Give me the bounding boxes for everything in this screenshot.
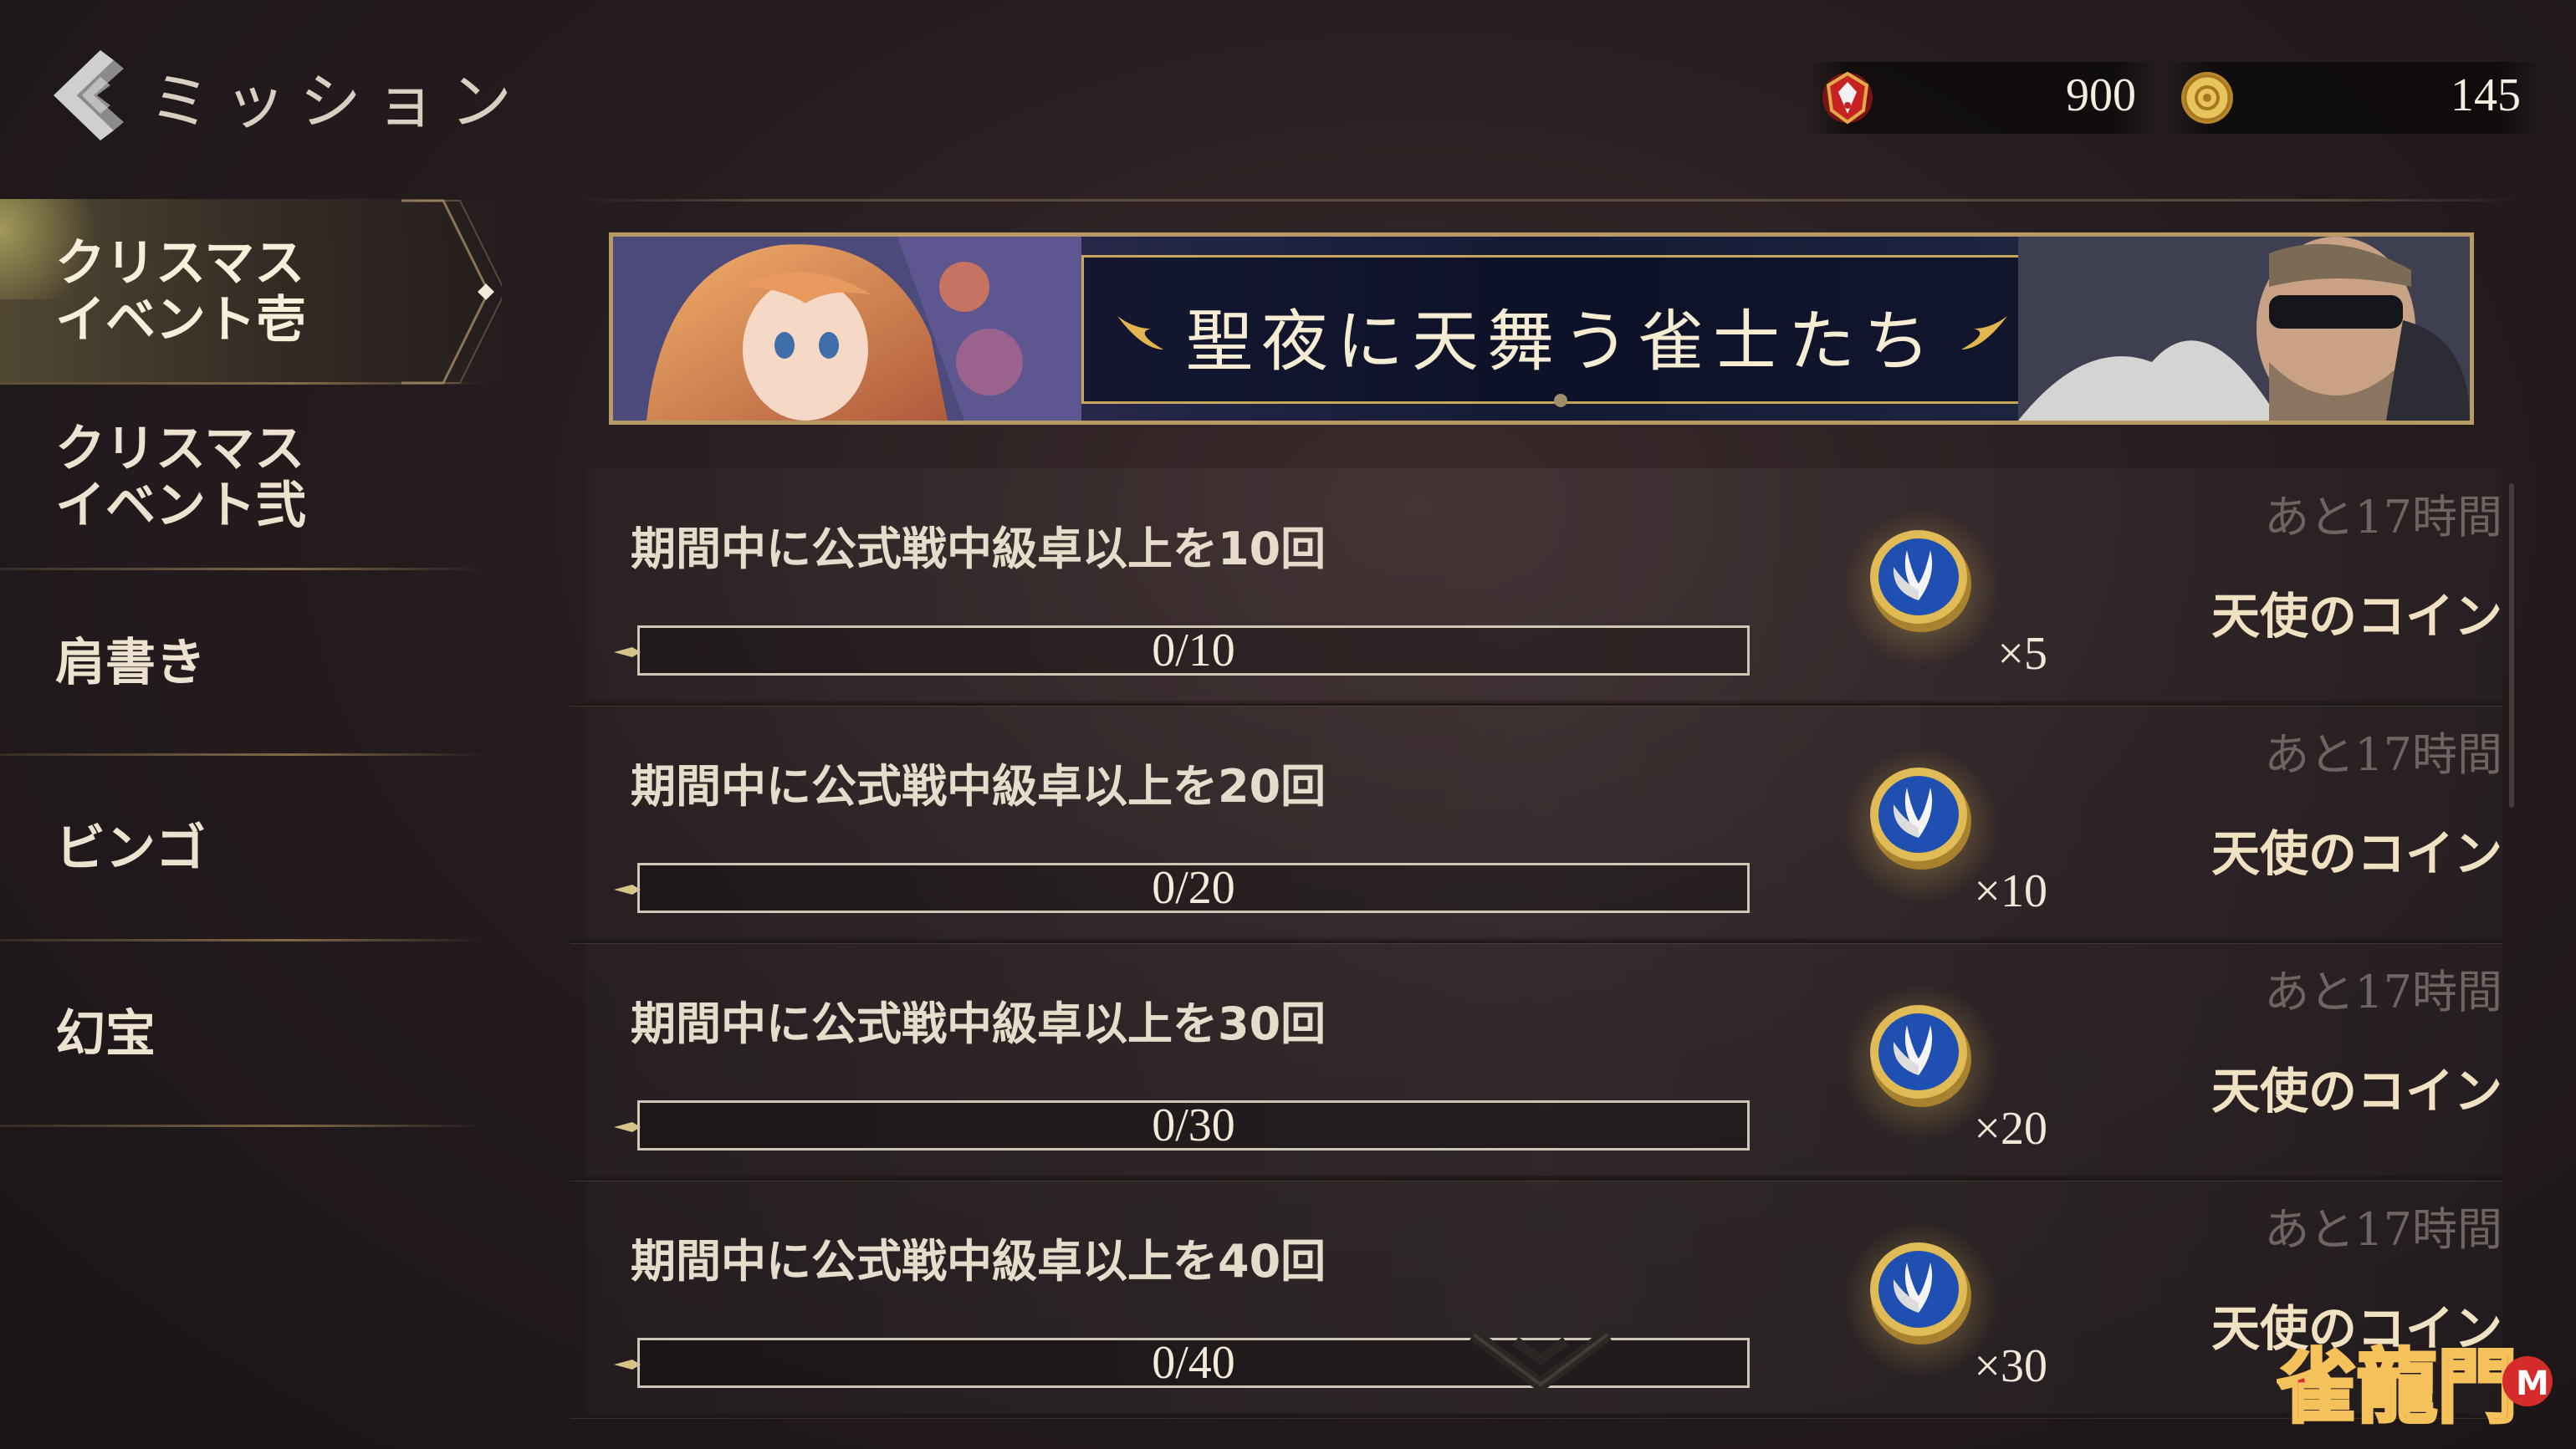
sidebar-item-christmas-event-2[interactable]: クリスマス イベント弐 — [0, 385, 502, 570]
mission-progress-bar: 0/20 — [637, 863, 1750, 913]
banner-title: 聖夜に天舞う雀士たち — [1186, 303, 1939, 380]
banner-title-frame: 聖夜に天舞う雀士たち — [1081, 255, 2043, 404]
mission-description: 期間中に公式戦中級卓以上を40回 — [631, 1235, 1326, 1288]
gem-currency[interactable]: 900 — [1807, 62, 2158, 134]
back-chevron-icon — [54, 50, 124, 140]
progress-text: 0/30 — [1152, 1100, 1235, 1151]
sidebar-item-label: クリスマス イベント弐 — [55, 420, 306, 535]
category-sidebar: クリスマス イベント壱 クリスマス イベント弐 肩書き ビンゴ 幻宝 — [0, 199, 502, 1127]
progress-text: 0/20 — [1152, 862, 1235, 914]
reward-quantity: ×20 — [1974, 1103, 2047, 1155]
coin-count: 145 — [2451, 69, 2521, 121]
time-remaining: あと17時間 — [2264, 966, 2502, 1018]
angel-coin-icon — [1870, 1242, 1971, 1344]
svg-text:雀龍門: 雀龍門 — [2277, 1339, 2517, 1434]
reward-quantity: ×30 — [1974, 1340, 2047, 1392]
mission-progress-bar: 0/30 — [637, 1100, 1750, 1151]
event-banner[interactable]: 聖夜に天舞う雀士たち — [609, 232, 2474, 425]
gem-count: 900 — [2066, 69, 2136, 121]
mission-description: 期間中に公式戦中級卓以上を20回 — [631, 760, 1326, 813]
time-remaining: あと17時間 — [2264, 491, 2502, 543]
mission-row[interactable]: 期間中に公式戦中級卓以上を20回 0/20 あと17時間 ×10 天使のコイン — [570, 706, 2502, 943]
mahjong-logo: 雀龍門 M — [2275, 1338, 2553, 1436]
mission-description: 期間中に公式戦中級卓以上を30回 — [631, 997, 1326, 1050]
page-title: ミッション — [149, 66, 525, 138]
back-button[interactable] — [49, 43, 132, 152]
mission-row[interactable]: 期間中に公式戦中級卓以上を30回 0/30 あと17時間 ×20 天使のコイン — [570, 943, 2502, 1181]
coin-currency[interactable]: 145 — [2166, 62, 2543, 134]
angel-coin-icon — [1870, 1005, 1971, 1107]
sidebar-item-label: クリスマス イベント壱 — [55, 234, 306, 349]
progress-text: 0/10 — [1152, 625, 1235, 676]
banner-page-indicator — [1554, 394, 1567, 407]
angel-coin-icon — [1870, 530, 1971, 632]
sidebar-item-label: 幻宝 — [55, 1005, 156, 1064]
gold-wing-right-icon — [1961, 316, 2007, 349]
angel-coin-reward — [1842, 508, 2001, 667]
header-bar: ミッション 900 145 — [0, 0, 2576, 192]
angel-coin-reward — [1842, 1221, 2001, 1380]
angel-coin-icon — [1870, 768, 1971, 870]
reward-name: 天使のコイン — [2211, 1063, 2502, 1120]
banner-left-character-art — [613, 237, 1081, 421]
time-remaining: あと17時間 — [2264, 728, 2502, 781]
angel-coin-reward — [1842, 746, 2001, 905]
sidebar-item-christmas-event-1[interactable]: クリスマス イベント壱 — [0, 199, 502, 385]
mission-scrollbar[interactable] — [2509, 483, 2514, 808]
banner-right-character-art — [2018, 237, 2470, 421]
banner-divider — [574, 199, 2522, 202]
gold-coin-icon — [2181, 72, 2233, 124]
red-gem-icon — [1822, 71, 1873, 125]
sidebar-item-bingo[interactable]: ビンゴ — [0, 756, 502, 941]
reward-quantity: ×5 — [1997, 628, 2047, 680]
sidebar-item-treasure[interactable]: 幻宝 — [0, 941, 502, 1127]
sidebar-item-label: ビンゴ — [55, 819, 206, 878]
sidebar-item-titles[interactable]: 肩書き — [0, 570, 502, 756]
chevron-down-icon — [1469, 1329, 1612, 1393]
reward-name: 天使のコイン — [2211, 825, 2502, 882]
reward-quantity: ×10 — [1974, 865, 2047, 917]
svg-text:M: M — [2516, 1365, 2549, 1403]
reward-name: 天使のコイン — [2211, 588, 2502, 645]
angel-coin-reward — [1842, 983, 2001, 1142]
game-logo-watermark: 雀龍門 M — [2275, 1323, 2561, 1440]
mission-progress-bar: 0/10 — [637, 625, 1750, 676]
mission-description: 期間中に公式戦中級卓以上を10回 — [631, 523, 1326, 575]
mission-row[interactable]: 期間中に公式戦中級卓以上を10回 0/10 あと17時間 ×5 天使のコイン — [570, 468, 2502, 706]
sidebar-item-label: 肩書き — [55, 634, 206, 692]
scroll-down-button[interactable] — [1465, 1326, 1616, 1401]
mission-list: 期間中に公式戦中級卓以上を10回 0/10 あと17時間 ×5 天使のコイン 期… — [570, 468, 2502, 1418]
time-remaining: あと17時間 — [2264, 1203, 2502, 1256]
